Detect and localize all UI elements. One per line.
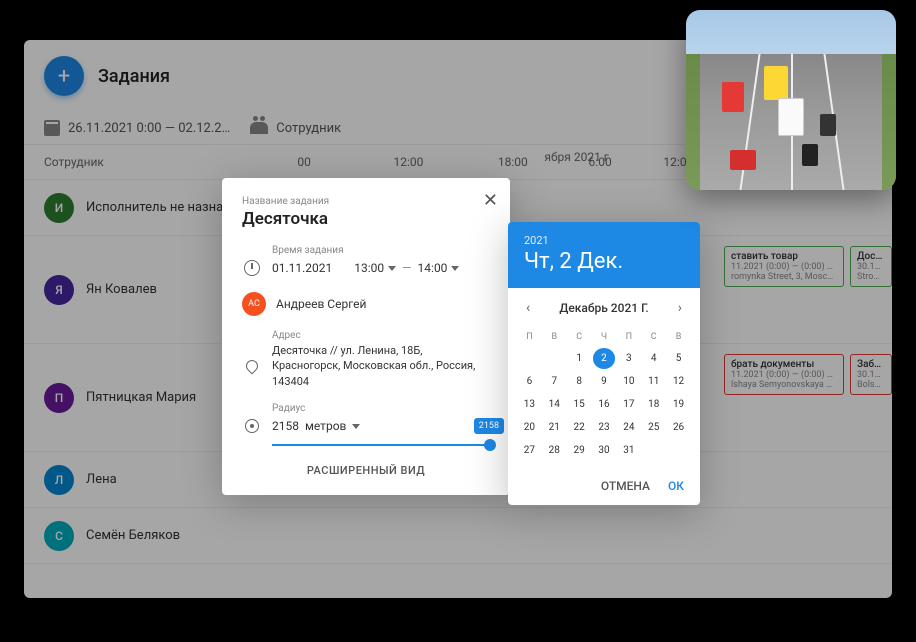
- datepicker-day[interactable]: 5: [667, 348, 690, 369]
- pin-icon: [242, 356, 262, 376]
- chevron-down-icon: [352, 424, 360, 429]
- datepicker: 2021 Чт, 2 Дек. ‹ Декабрь 2021 Г. › ПВСЧ…: [508, 222, 700, 505]
- datepicker-day[interactable]: 15: [568, 394, 591, 415]
- task-modal: ✕ Название задания Десяточка Время задан…: [222, 178, 510, 495]
- task-person-row[interactable]: АС Андреев Сергей: [242, 292, 490, 316]
- task-radius-label: Радиус: [272, 403, 490, 414]
- task-time-label: Время задания: [272, 245, 490, 256]
- datepicker-day[interactable]: 21: [543, 417, 566, 438]
- task-date[interactable]: 01.11.2021: [272, 261, 332, 275]
- datepicker-day[interactable]: 25: [642, 417, 665, 438]
- task-addr-row: Десяточка // ул. Ленина, 18Б, Красногорс…: [242, 343, 490, 389]
- chevron-down-icon: [451, 266, 459, 271]
- clock-icon: [242, 258, 262, 278]
- datepicker-day[interactable]: 14: [543, 394, 566, 415]
- datepicker-day[interactable]: 10: [617, 371, 640, 392]
- datepicker-day[interactable]: 22: [568, 417, 591, 438]
- datepicker-day[interactable]: 31: [617, 440, 640, 461]
- datepicker-ok-button[interactable]: ОК: [668, 479, 684, 493]
- time-to-select[interactable]: 14:00: [418, 261, 460, 275]
- datepicker-day[interactable]: 7: [543, 371, 566, 392]
- slider-value-bubble: 2158: [474, 418, 504, 434]
- datepicker-day[interactable]: 18: [642, 394, 665, 415]
- datepicker-day[interactable]: 12: [667, 371, 690, 392]
- datepicker-date-display: Чт, 2 Дек.: [524, 249, 684, 274]
- datepicker-day[interactable]: 26: [667, 417, 690, 438]
- task-address[interactable]: Десяточка // ул. Ленина, 18Б, Красногорс…: [272, 343, 490, 389]
- datepicker-day[interactable]: 23: [593, 417, 616, 438]
- datepicker-day[interactable]: 8: [568, 371, 591, 392]
- expanded-view-button[interactable]: РАСШИРЕННЫЙ ВИД: [242, 464, 490, 477]
- datepicker-day[interactable]: 2: [593, 348, 616, 369]
- datepicker-dow: П: [518, 328, 541, 346]
- person-avatar: АС: [242, 292, 266, 316]
- datepicker-dow: С: [568, 328, 591, 346]
- task-name-label: Название задания: [242, 196, 490, 207]
- task-radius-row: 2158 метров: [242, 416, 490, 436]
- datepicker-day[interactable]: 29: [568, 440, 591, 461]
- datepicker-grid: ПВСЧПСВ 12345678910111213141516171819202…: [508, 324, 700, 471]
- datepicker-header: 2021 Чт, 2 Дек.: [508, 222, 700, 288]
- close-icon[interactable]: ✕: [483, 190, 498, 211]
- datepicker-dow: В: [667, 328, 690, 346]
- datepicker-actions: ОТМЕНА ОК: [508, 471, 700, 505]
- datepicker-day[interactable]: 19: [667, 394, 690, 415]
- datepicker-day[interactable]: 24: [617, 417, 640, 438]
- promo-image: [686, 10, 896, 190]
- datepicker-dow: Ч: [593, 328, 616, 346]
- datepicker-day[interactable]: 20: [518, 417, 541, 438]
- task-time-row: 01.11.2021 13:00 — 14:00: [242, 258, 490, 278]
- datepicker-day[interactable]: 17: [617, 394, 640, 415]
- datepicker-dow: П: [617, 328, 640, 346]
- datepicker-day[interactable]: 6: [518, 371, 541, 392]
- person-name: Андреев Сергей: [276, 297, 366, 311]
- datepicker-nav: ‹ Декабрь 2021 Г. ›: [508, 288, 700, 324]
- radius-icon: [242, 416, 262, 436]
- datepicker-day[interactable]: 4: [642, 348, 665, 369]
- datepicker-day[interactable]: 3: [617, 348, 640, 369]
- time-from-select[interactable]: 13:00: [354, 261, 396, 275]
- task-addr-label: Адрес: [272, 330, 490, 341]
- datepicker-day[interactable]: 13: [518, 394, 541, 415]
- radius-slider[interactable]: 2158: [272, 444, 490, 446]
- prev-month-button[interactable]: ‹: [520, 298, 536, 318]
- datepicker-day[interactable]: 30: [593, 440, 616, 461]
- slider-thumb[interactable]: [484, 439, 496, 451]
- datepicker-dow: В: [543, 328, 566, 346]
- datepicker-day[interactable]: 16: [593, 394, 616, 415]
- datepicker-year[interactable]: 2021: [524, 234, 684, 247]
- task-name-value: Десяточка: [242, 209, 490, 229]
- datepicker-day[interactable]: 9: [593, 371, 616, 392]
- datepicker-cancel-button[interactable]: ОТМЕНА: [601, 479, 650, 493]
- datepicker-day[interactable]: 11: [642, 371, 665, 392]
- datepicker-dow: С: [642, 328, 665, 346]
- datepicker-day[interactable]: 27: [518, 440, 541, 461]
- next-month-button[interactable]: ›: [672, 298, 688, 318]
- datepicker-month: Декабрь 2021 Г.: [559, 301, 648, 315]
- chevron-down-icon: [388, 266, 396, 271]
- datepicker-day[interactable]: 28: [543, 440, 566, 461]
- radius-select[interactable]: 2158 метров: [272, 419, 360, 433]
- datepicker-day[interactable]: 1: [568, 348, 591, 369]
